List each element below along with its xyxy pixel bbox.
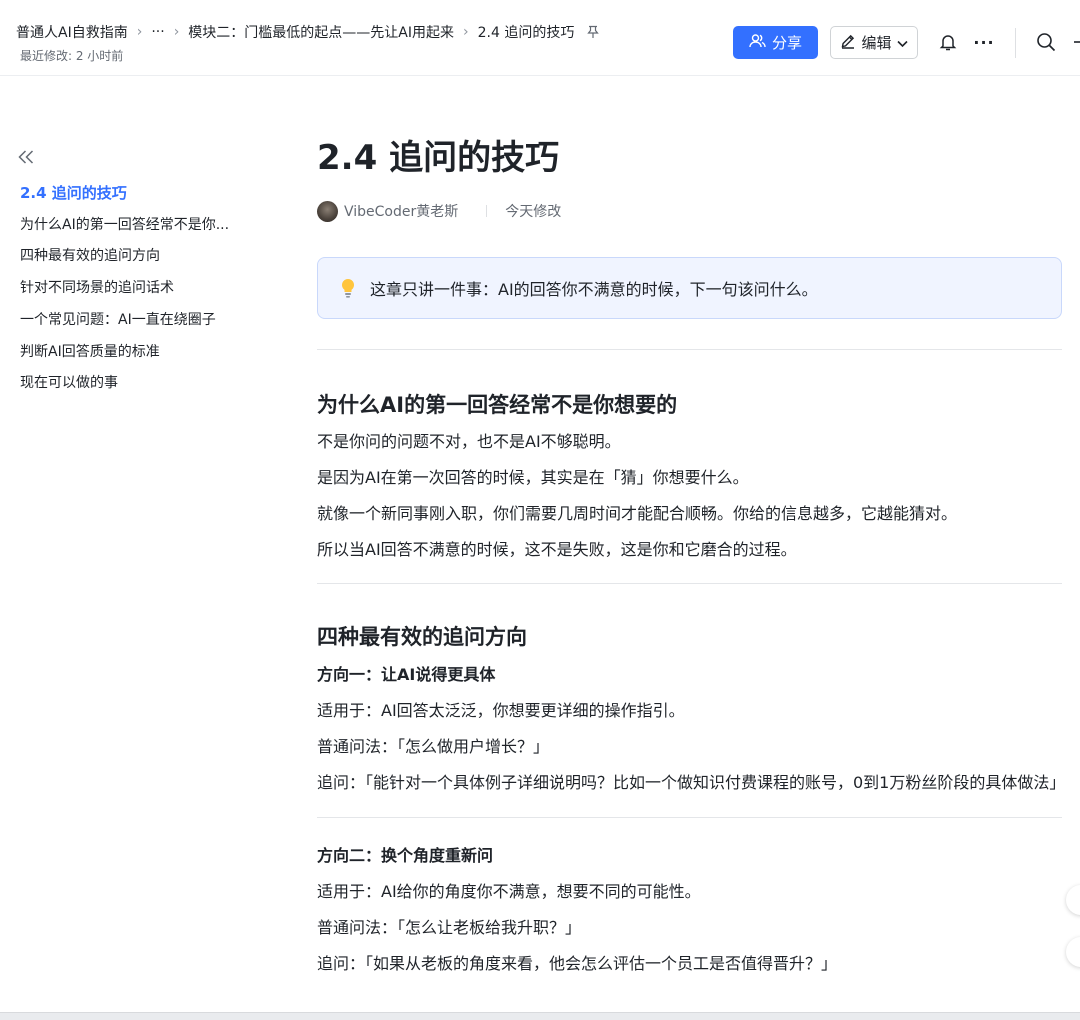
- paragraph: 适用于：AI回答太泛泛，你想要更详细的操作指引。: [317, 701, 685, 720]
- document-body: 2.4 追问的技巧 VibeCoder黄老斯 今天修改 这章只讲一件事：AI的回…: [317, 130, 1066, 977]
- pin-icon[interactable]: [586, 25, 600, 39]
- share-users-icon: [749, 33, 766, 53]
- divider: [317, 349, 1062, 350]
- outline-item[interactable]: 四种最有效的追问方向: [20, 241, 229, 273]
- outline-item[interactable]: 2.4 追问的技巧: [20, 178, 229, 210]
- more-icon[interactable]: ···: [972, 30, 996, 54]
- outline-item[interactable]: 判断AI回答质量的标准: [20, 337, 229, 369]
- minus-icon[interactable]: [1068, 30, 1080, 54]
- section-heading: 为什么AI的第一回答经常不是你想要的: [317, 393, 678, 417]
- divider: [317, 817, 1062, 818]
- paragraph: 就像一个新同事刚入职，你们需要几周时间才能配合顺畅。你给的信息越多，它越能猜对。: [317, 504, 958, 523]
- outline-item[interactable]: 现在可以做的事: [20, 368, 229, 400]
- outline-list: 2.4 追问的技巧 为什么AI的第一回答经常不是你... 四种最有效的追问方向 针对不…: [20, 178, 229, 400]
- toolbar-divider: [1015, 28, 1016, 58]
- callout-text: 这章只讲一件事：AI的回答你不满意的时候，下一句该问什么。: [370, 280, 818, 299]
- edit-button[interactable]: 编辑: [830, 26, 918, 59]
- outline-item[interactable]: 针对不同场景的追问话术: [20, 273, 229, 305]
- meta-divider: [486, 205, 488, 217]
- paragraph: 普通问法：「怎么做用户增长？」: [317, 737, 550, 756]
- last-modified: 最近修改: 2 小时前: [20, 49, 124, 63]
- floating-action-button[interactable]: [1066, 885, 1080, 915]
- avatar[interactable]: [317, 200, 338, 222]
- page-title: 2.4 追问的技巧: [317, 138, 560, 178]
- edited-time: 今天修改: [505, 204, 562, 220]
- paragraph: 所以当AI回答不满意的时候，这不是失败，这是你和它磨合的过程。: [317, 540, 797, 559]
- section-heading: 四种最有效的追问方向: [317, 625, 527, 649]
- chevron-right-icon: ›: [136, 24, 143, 40]
- top-bar: 普通人AI自救指南 › ··· › 模块二：门槛最低的起点——先让AI用起来 ›…: [0, 0, 1080, 76]
- paragraph: 适用于：AI给你的角度你不满意，想要不同的可能性。: [317, 882, 701, 901]
- breadcrumb-more[interactable]: ···: [151, 24, 164, 40]
- divider: [317, 583, 1062, 584]
- bottom-scrollbar[interactable]: [0, 1012, 1080, 1020]
- search-icon[interactable]: [1034, 30, 1058, 54]
- breadcrumb-current: 2.4 追问的技巧: [477, 25, 575, 41]
- collapse-icon[interactable]: [17, 148, 35, 166]
- floating-action-button[interactable]: [1066, 937, 1080, 967]
- breadcrumb-module[interactable]: 模块二：门槛最低的起点——先让AI用起来: [188, 22, 454, 42]
- breadcrumb: 普通人AI自救指南 › ··· › 模块二：门槛最低的起点——先让AI用起来 ›…: [16, 22, 600, 42]
- breadcrumb-root[interactable]: 普通人AI自救指南: [16, 22, 128, 42]
- pencil-icon: [840, 33, 856, 53]
- chevron-down-icon: [896, 34, 908, 52]
- author-name[interactable]: VibeCoder黄老斯: [344, 201, 458, 221]
- lightbulb-icon: [338, 277, 358, 299]
- subsection-title: 方向二：换个角度重新问: [317, 846, 494, 865]
- paragraph: 不是你问的问题不对，也不是AI不够聪明。: [317, 432, 621, 451]
- bell-icon[interactable]: [936, 30, 960, 54]
- paragraph: 追问：「能针对一个具体例子详细说明吗？比如一个做知识付费课程的账号，0到1万粉丝…: [317, 773, 1066, 792]
- share-button[interactable]: 分享: [733, 26, 818, 59]
- paragraph: 是因为AI在第一次回答的时候，其实是在「猜」你想要什么。: [317, 468, 749, 487]
- edit-label: 编辑: [861, 34, 892, 52]
- share-label: 分享: [771, 34, 802, 52]
- doc-meta: VibeCoder黄老斯 今天修改: [317, 200, 1062, 222]
- paragraph: 追问：「如果从老板的角度来看，他会怎么评估一个员工是否值得晋升？」: [317, 954, 838, 973]
- subsection-title: 方向一：让AI说得更具体: [317, 665, 496, 684]
- paragraph: 普通问法：「怎么让老板给我升职？」: [317, 918, 582, 937]
- callout-block: 这章只讲一件事：AI的回答你不满意的时候，下一句该问什么。: [317, 257, 1062, 319]
- chevron-right-icon: ›: [463, 24, 469, 40]
- outline-item[interactable]: 为什么AI的第一回答经常不是你...: [20, 210, 229, 242]
- chevron-right-icon: ›: [173, 24, 180, 40]
- outline-item[interactable]: 一个常见问题：AI一直在绕圈子: [20, 305, 229, 337]
- document-app: 普通人AI自救指南 › ··· › 模块二：门槛最低的起点——先让AI用起来 ›…: [0, 0, 1080, 1020]
